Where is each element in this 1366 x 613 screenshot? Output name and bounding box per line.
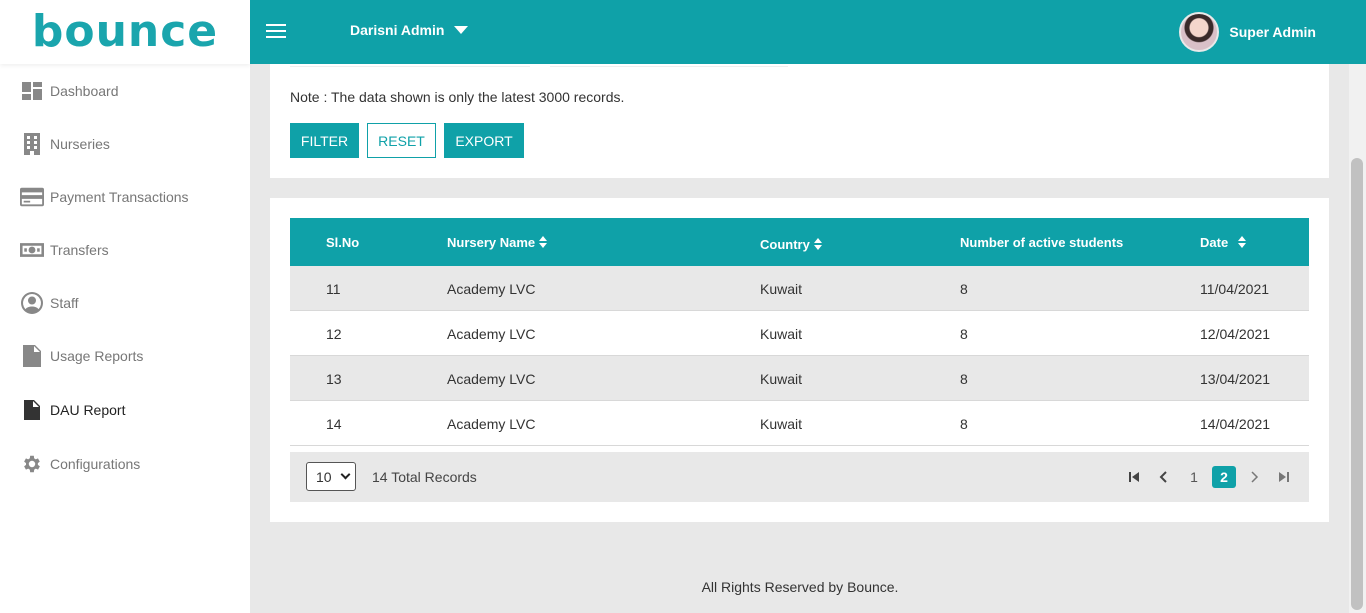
column-header-slno[interactable]: Sl.No bbox=[326, 218, 359, 266]
table-header: Sl.No Nursery Name Country Number of act… bbox=[290, 218, 1309, 266]
sort-icon bbox=[539, 236, 548, 248]
column-header-label: Number of active students bbox=[960, 234, 1124, 250]
table-row: 11 Academy LVC Kuwait 8 11/04/2021 bbox=[290, 266, 1309, 311]
sidebar-item-label: Staff bbox=[50, 295, 79, 311]
cell-nursery-name: Academy LVC bbox=[447, 415, 536, 432]
cell-country: Kuwait bbox=[760, 370, 803, 387]
cell-active-students: 8 bbox=[960, 370, 968, 387]
cell-active-students: 8 bbox=[960, 280, 968, 297]
column-header-country[interactable]: Country bbox=[760, 220, 822, 268]
cell-nursery-name: Academy LVC bbox=[447, 325, 536, 342]
sort-icon bbox=[813, 238, 822, 250]
top-header: Darisni Admin Super Admin bbox=[250, 0, 1366, 64]
money-icon bbox=[20, 238, 44, 262]
cell-slno: 11 bbox=[326, 280, 341, 297]
column-header-date[interactable]: Date bbox=[1200, 218, 1247, 266]
first-page-icon bbox=[1129, 472, 1139, 482]
first-page-button[interactable] bbox=[1126, 466, 1142, 488]
page-size-value: 10 bbox=[316, 468, 332, 485]
export-button[interactable]: EXPORT bbox=[444, 123, 524, 158]
sidebar-item-payment-transactions[interactable]: Payment Transactions bbox=[0, 177, 250, 217]
user-menu[interactable]: Super Admin bbox=[1179, 12, 1316, 52]
sidebar-item-label: Transfers bbox=[50, 242, 109, 258]
table-row: 13 Academy LVC Kuwait 8 13/04/2021 bbox=[290, 356, 1309, 401]
cell-country: Kuwait bbox=[760, 325, 803, 342]
last-page-button[interactable] bbox=[1276, 466, 1292, 488]
table-card: Sl.No Nursery Name Country Number of act… bbox=[270, 198, 1329, 522]
document-icon bbox=[20, 344, 44, 368]
filter-card: Note : The data shown is only the latest… bbox=[270, 64, 1329, 178]
column-header-active-students[interactable]: Number of active students bbox=[960, 218, 1123, 266]
avatar bbox=[1179, 12, 1220, 52]
hamburger-menu-icon[interactable] bbox=[266, 24, 286, 40]
chevron-down-icon bbox=[340, 469, 351, 480]
admin-selector-dropdown[interactable]: Darisni Admin bbox=[350, 22, 469, 38]
column-header-nursery-name[interactable]: Nursery Name bbox=[447, 218, 548, 266]
column-header-label: Date bbox=[1200, 234, 1229, 250]
records-note: Note : The data shown is only the latest… bbox=[290, 89, 625, 105]
page-size-select[interactable]: 10 bbox=[306, 462, 356, 491]
sidebar-item-label: Configurations bbox=[50, 456, 141, 472]
sidebar-item-configurations[interactable]: Configurations bbox=[0, 444, 250, 484]
cell-slno: 12 bbox=[326, 325, 342, 342]
vertical-scrollbar[interactable] bbox=[1349, 64, 1366, 613]
table-row: 12 Academy LVC Kuwait 8 12/04/2021 bbox=[290, 311, 1309, 356]
sidebar-item-label: DAU Report bbox=[50, 402, 126, 418]
sidebar-item-transfers[interactable]: Transfers bbox=[0, 230, 250, 270]
column-header-label: Nursery Name bbox=[447, 234, 536, 250]
sidebar-item-label: Usage Reports bbox=[50, 348, 144, 364]
sidebar-item-staff[interactable]: Staff bbox=[0, 283, 250, 323]
document-icon bbox=[20, 398, 44, 422]
cell-nursery-name: Academy LVC bbox=[447, 370, 536, 387]
last-page-icon bbox=[1279, 472, 1289, 482]
sidebar-item-label: Dashboard bbox=[50, 83, 119, 99]
building-icon bbox=[20, 132, 44, 156]
sidebar-item-nurseries[interactable]: Nurseries bbox=[0, 124, 250, 164]
cell-date: 13/04/2021 bbox=[1200, 370, 1271, 387]
filter-field-partial[interactable] bbox=[290, 64, 530, 67]
page-button-1[interactable]: 1 bbox=[1184, 466, 1204, 488]
credit-card-icon bbox=[20, 185, 44, 209]
next-page-button[interactable] bbox=[1246, 466, 1262, 488]
filter-button[interactable]: FILTER bbox=[290, 123, 359, 158]
chevron-left-icon bbox=[1159, 471, 1167, 483]
scrollbar-thumb[interactable] bbox=[1351, 158, 1363, 610]
sidebar-item-label: Nurseries bbox=[50, 136, 110, 152]
cell-date: 11/04/2021 bbox=[1200, 280, 1270, 297]
cell-date: 12/04/2021 bbox=[1200, 325, 1271, 342]
previous-page-button[interactable] bbox=[1156, 466, 1172, 488]
caret-down-icon bbox=[454, 26, 469, 34]
cell-date: 14/04/2021 bbox=[1200, 415, 1271, 432]
user-circle-icon bbox=[20, 291, 44, 315]
page-button-2[interactable]: 2 bbox=[1212, 466, 1236, 488]
user-name: Super Admin bbox=[1229, 24, 1316, 40]
logo-text: bounce bbox=[31, 6, 219, 57]
filter-field-partial[interactable] bbox=[550, 64, 788, 67]
pagination-bar: 10 14 Total Records 1 2 bbox=[290, 452, 1309, 502]
admin-selector-label: Darisni Admin bbox=[350, 22, 445, 38]
reset-button[interactable]: RESET bbox=[367, 123, 436, 158]
column-header-label: Sl.No bbox=[326, 234, 360, 250]
chevron-right-icon bbox=[1251, 471, 1259, 483]
cell-active-students: 8 bbox=[960, 415, 968, 432]
table-row: 14 Academy LVC Kuwait 8 14/04/2021 bbox=[290, 401, 1309, 446]
dashboard-icon bbox=[20, 79, 44, 103]
logo[interactable]: bounce bbox=[0, 0, 250, 64]
cell-slno: 14 bbox=[326, 415, 342, 432]
cell-slno: 13 bbox=[326, 370, 342, 387]
total-records: 14 Total Records bbox=[372, 469, 477, 485]
sidebar-item-usage-reports[interactable]: Usage Reports bbox=[0, 336, 250, 376]
gear-icon bbox=[20, 452, 44, 476]
copyright-footer: All Rights Reserved by Bounce. bbox=[701, 579, 899, 595]
column-header-label: Country bbox=[760, 236, 810, 252]
cell-active-students: 8 bbox=[960, 325, 968, 342]
sidebar-item-dashboard[interactable]: Dashboard bbox=[0, 71, 250, 111]
cell-country: Kuwait bbox=[760, 280, 803, 297]
sort-icon bbox=[1238, 236, 1247, 248]
sidebar-item-label: Payment Transactions bbox=[50, 189, 189, 205]
sidebar: bounce Dashboard Nurseries Payment Trans… bbox=[0, 0, 250, 613]
cell-nursery-name: Academy LVC bbox=[447, 280, 536, 297]
sidebar-item-dau-report[interactable]: DAU Report bbox=[0, 390, 250, 430]
cell-country: Kuwait bbox=[760, 415, 803, 432]
